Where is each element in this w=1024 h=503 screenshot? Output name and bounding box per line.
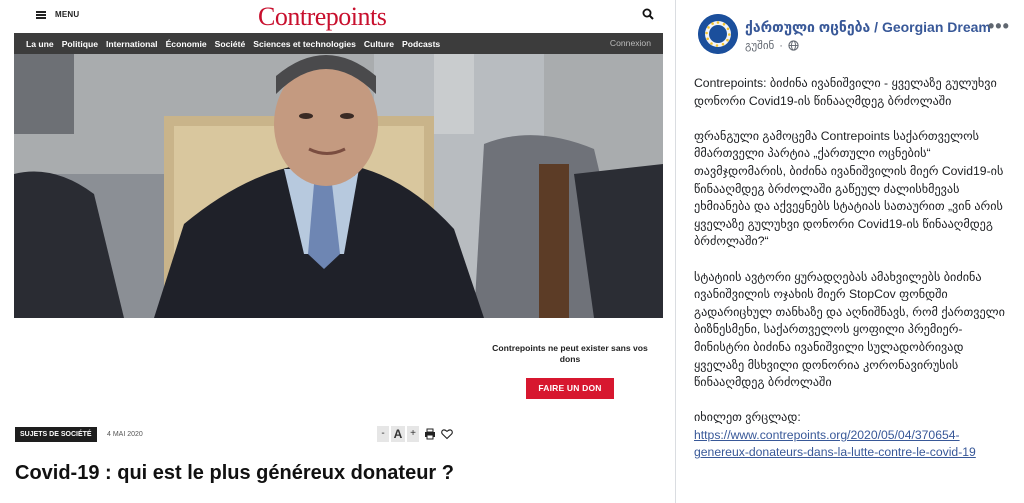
post-paragraph: სტატიის ავტორი ყურადღებას ამახვილებს ბიძ… xyxy=(694,269,1005,390)
font-reset-button[interactable]: A xyxy=(391,426,405,442)
post-body: Contrepoints: ბიძინა ივანიშვილი - ყველაზ… xyxy=(694,75,1014,480)
nav-item-economie[interactable]: Économie xyxy=(166,39,207,49)
site-header: MENU Contrepoints xyxy=(0,0,675,33)
menu-label: MENU xyxy=(55,10,80,19)
post-link-paragraph: იხილეთ ვრცლად: https://www.contrepoints.… xyxy=(694,409,1014,462)
article-photo xyxy=(14,54,663,318)
donate-text: Contrepoints ne peut exister sans vos do… xyxy=(492,343,648,364)
page-name[interactable]: ქართული ოცნება / Georgian Dream xyxy=(745,19,991,36)
globe-icon[interactable] xyxy=(788,40,799,51)
heart-icon[interactable] xyxy=(441,428,453,440)
publish-date: 4 MAI 2020 xyxy=(107,431,143,438)
post-paragraph: Contrepoints: ბიძინა ივანიშვილი - ყველაზ… xyxy=(694,76,997,108)
font-decrease-button[interactable]: - xyxy=(377,426,389,442)
nav-item-sciences[interactable]: Sciences et technologies xyxy=(253,39,356,49)
font-increase-button[interactable]: + xyxy=(407,426,419,442)
article-headline: Covid-19 : qui est le plus généreux dona… xyxy=(15,462,454,484)
post-time[interactable]: გუშინ xyxy=(745,39,774,52)
panel-divider xyxy=(675,0,682,503)
hamburger-icon xyxy=(36,10,46,19)
article-link[interactable]: https://www.contrepoints.org/2020/05/04/… xyxy=(694,428,976,460)
nav-item-culture[interactable]: Culture xyxy=(364,39,394,49)
login-link[interactable]: Connexion xyxy=(610,38,651,48)
article-screenshot: MENU Contrepoints La une Politique Inter… xyxy=(0,0,675,503)
print-icon[interactable] xyxy=(424,428,436,440)
facebook-post: ქართული ოცნება / Georgian Dream გუშინ · … xyxy=(682,0,1024,503)
search-icon[interactable] xyxy=(642,8,654,20)
more-options-icon[interactable]: ••• xyxy=(988,16,1010,37)
nav-item-podcasts[interactable]: Podcasts xyxy=(402,39,440,49)
post-meta: გუშინ · xyxy=(745,39,799,52)
category-tag[interactable]: SUJETS DE SOCIÉTÉ xyxy=(15,427,97,442)
page-avatar[interactable] xyxy=(698,14,738,54)
post-paragraph: ფრანგული გამოცემა Contrepoints საქართველ… xyxy=(694,128,1004,249)
nav-item-politique[interactable]: Politique xyxy=(62,39,98,49)
nav-item-international[interactable]: International xyxy=(106,39,158,49)
site-logo[interactable]: Contrepoints xyxy=(258,2,387,32)
nav-item-societe[interactable]: Société xyxy=(215,39,246,49)
article-tools: - A + xyxy=(377,426,453,442)
menu-button[interactable]: MENU xyxy=(36,10,79,19)
link-prefix: იხილეთ ვრცლად: xyxy=(694,410,801,425)
donate-button[interactable]: FAIRE UN DON xyxy=(526,378,614,399)
nav-item-la-une[interactable]: La une xyxy=(26,39,54,49)
main-nav: La une Politique International Économie … xyxy=(14,33,663,54)
donate-box: Contrepoints ne peut exister sans vos do… xyxy=(490,343,650,399)
